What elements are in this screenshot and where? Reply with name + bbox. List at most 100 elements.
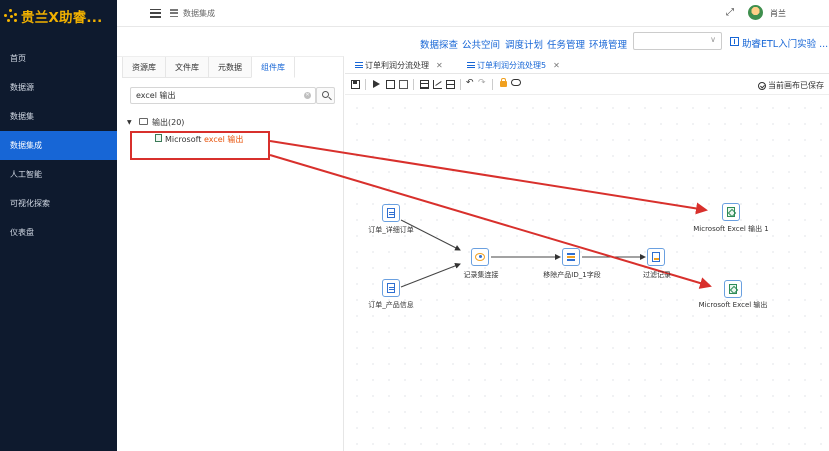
input-table-icon <box>387 283 395 293</box>
task-manage-link[interactable]: 任务管理 <box>547 37 585 51</box>
component-library-panel: 资源库 文件库 元数据 组件库 ✕ ▼ 输出(20) Microsoft exc… <box>117 56 344 451</box>
sidebar-item-label: 数据集 <box>10 112 34 121</box>
sidebar-item-label: 首页 <box>10 54 26 63</box>
node-label: 过滤记录 <box>643 271 671 279</box>
tab-metadata[interactable]: 元数据 <box>208 57 252 78</box>
toolbar-divider <box>413 79 414 90</box>
filter-icon <box>652 252 660 262</box>
menu-toggle-icon[interactable] <box>150 8 161 18</box>
public-space-link[interactable]: 公共空间 <box>462 37 500 51</box>
library-tabs: 资源库 文件库 元数据 组件库 <box>122 57 295 78</box>
node-label: 订单_详细订单 <box>368 226 414 234</box>
search-input[interactable] <box>131 88 291 103</box>
fullscreen-icon[interactable]: ⤢ <box>726 7 734 18</box>
canvas-tab[interactable]: 订单利润分流处理 ✕ <box>355 56 443 74</box>
node-excel-output-1[interactable] <box>722 203 740 221</box>
environment-select[interactable]: ∨ <box>633 32 722 50</box>
saved-status: 当前画布已保存 <box>758 80 824 91</box>
flow-icon <box>355 62 363 68</box>
toolbar-divider <box>365 79 366 90</box>
annotation-highlight-box <box>130 131 270 160</box>
sidebar-item-dataset[interactable]: 数据集 <box>0 102 117 131</box>
tab-label: 组件库 <box>261 62 285 72</box>
sidebar-item-datasource[interactable]: 数据源 <box>0 73 117 102</box>
username[interactable]: 肖兰 <box>770 8 786 19</box>
app-logo[interactable]: 贵兰X助睿... <box>0 0 117 32</box>
node-excel-output[interactable] <box>724 280 742 298</box>
guide-link[interactable]: 助睿ETL入门实验 ... <box>742 36 828 50</box>
cloud-icon[interactable] <box>511 79 521 86</box>
sidebar-item-home[interactable]: 首页 <box>0 44 117 73</box>
top-bar: 数据集成 ⤢ 肖兰 <box>117 0 829 27</box>
excel-output-icon <box>729 284 737 294</box>
run-icon[interactable] <box>373 80 380 88</box>
logo-mark-icon <box>4 9 18 23</box>
caret-down-icon[interactable]: ▼ <box>127 119 132 126</box>
excel-output-icon <box>727 207 735 217</box>
tree-folder-output[interactable]: 输出(20) <box>152 117 184 128</box>
sidebar: 贵兰X助睿... 首页 数据源 数据集 数据集成 人工智能 可视化探索 仪表盘 <box>0 0 117 451</box>
save-icon[interactable] <box>351 80 360 89</box>
search-icon <box>322 91 329 98</box>
saved-status-text: 当前画布已保存 <box>768 81 824 90</box>
input-table-icon <box>387 208 395 218</box>
avatar[interactable] <box>748 5 763 20</box>
sidebar-item-data-integration[interactable]: 数据集成 <box>0 131 117 160</box>
component-search-box: ✕ <box>130 87 316 104</box>
canvas-toolbar: ↶ ↷ <box>345 75 829 95</box>
sidebar-item-dashboard[interactable]: 仪表盘 <box>0 218 117 247</box>
undo-icon[interactable]: ↶ <box>466 78 474 88</box>
sidebar-item-ai[interactable]: 人工智能 <box>0 160 117 189</box>
redo-icon[interactable]: ↷ <box>478 78 486 88</box>
module-toolbar: 数据探查 公共空间 调度计划 任务管理 环境管理 ∨ 助睿ETL入门实验 ... <box>117 27 829 56</box>
tab-label: 元数据 <box>218 62 242 72</box>
clear-icon[interactable]: ✕ <box>304 92 311 99</box>
close-icon[interactable]: ✕ <box>436 61 443 70</box>
breadcrumb-list-icon <box>170 9 178 17</box>
grid-icon[interactable] <box>420 80 429 89</box>
check-circle-icon <box>758 81 766 90</box>
toolbar-divider <box>492 79 493 90</box>
tab-component-library[interactable]: 组件库 <box>251 57 295 78</box>
app-title: 贵兰X助睿... <box>21 10 103 26</box>
node-label: 记录集连接 <box>463 271 499 279</box>
data-explore-link[interactable]: 数据探查 <box>420 37 458 51</box>
node-label: Microsoft Excel 输出 <box>698 301 768 309</box>
lock-icon[interactable] <box>500 78 507 87</box>
canvas-tab-label: 订单利润分流处理 <box>365 60 429 70</box>
chart-icon[interactable] <box>433 80 442 89</box>
sidebar-item-label: 可视化探索 <box>10 199 50 208</box>
sidebar-item-label: 人工智能 <box>10 170 42 179</box>
breadcrumb: 数据集成 <box>183 8 215 18</box>
tab-file-library[interactable]: 文件库 <box>165 57 209 78</box>
node-product-info[interactable] <box>382 279 400 297</box>
node-remove-field[interactable] <box>562 248 580 266</box>
chevron-down-icon: ∨ <box>710 35 716 44</box>
close-icon[interactable]: ✕ <box>553 61 560 70</box>
guide-book-icon[interactable] <box>730 37 739 46</box>
search-button[interactable] <box>316 87 335 104</box>
sidebar-item-visual-explore[interactable]: 可视化探索 <box>0 189 117 218</box>
tab-label: 文件库 <box>175 62 199 72</box>
table-icon[interactable] <box>446 80 455 89</box>
env-manage-link[interactable]: 环境管理 <box>589 37 627 51</box>
join-icon <box>475 253 485 261</box>
tab-resource-library[interactable]: 资源库 <box>122 57 166 78</box>
node-filter[interactable] <box>647 248 665 266</box>
canvas-tabs: 订单利润分流处理 ✕ 订单利润分流处理5 ✕ <box>345 56 829 74</box>
node-label: 移除产品ID_1字段 <box>543 271 601 279</box>
node-label: 订单_产品信息 <box>368 301 414 309</box>
flow-icon <box>467 62 475 68</box>
node-record-join[interactable] <box>471 248 489 266</box>
stop-icon[interactable] <box>386 80 395 89</box>
canvas-tab-active[interactable]: 订单利润分流处理5 ✕ <box>467 56 560 74</box>
node-order-detail[interactable] <box>382 204 400 222</box>
toolbar-divider <box>460 79 461 90</box>
preview-icon[interactable] <box>399 80 408 89</box>
schedule-plan-link[interactable]: 调度计划 <box>505 37 543 51</box>
tab-label: 资源库 <box>132 62 156 72</box>
folder-icon <box>139 118 148 125</box>
remove-field-icon <box>567 252 575 262</box>
sidebar-item-label: 仪表盘 <box>10 228 34 237</box>
canvas-tab-label: 订单利润分流处理5 <box>477 60 547 70</box>
